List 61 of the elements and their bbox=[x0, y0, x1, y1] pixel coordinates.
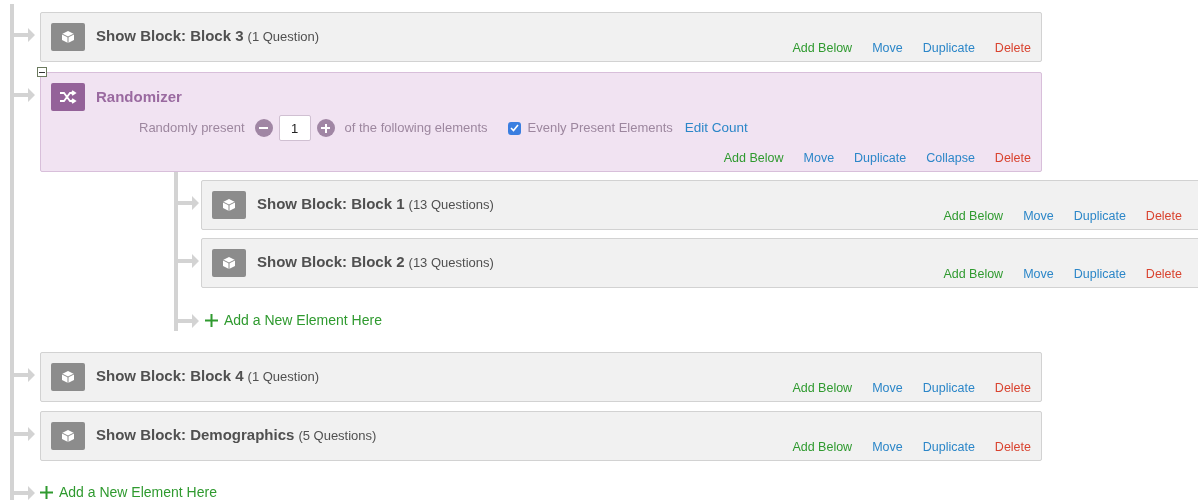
connector-arrow-icon bbox=[14, 426, 36, 442]
question-count: (13 Questions) bbox=[408, 196, 494, 214]
randomly-present-label: Randomly present bbox=[139, 119, 245, 138]
block-title: Show Block: Demographics bbox=[96, 425, 295, 445]
edit-count-link[interactable]: Edit Count bbox=[684, 117, 748, 139]
action-link[interactable]: Add Below bbox=[792, 42, 853, 55]
block-cube-icon bbox=[212, 191, 246, 219]
connector-arrow-icon bbox=[178, 253, 200, 269]
action-link[interactable]: Move bbox=[1023, 268, 1054, 281]
action-link[interactable]: Move bbox=[1023, 210, 1054, 223]
add-element-link[interactable]: Add a New Element Here bbox=[205, 310, 382, 331]
question-count: (5 Questions) bbox=[298, 427, 377, 445]
action-link[interactable]: Add Below bbox=[943, 210, 1004, 223]
action-link[interactable]: Add Below bbox=[943, 268, 1004, 281]
action-link[interactable]: Collapse bbox=[926, 151, 975, 164]
question-count: (1 Question) bbox=[247, 368, 320, 386]
plus-icon bbox=[205, 314, 218, 327]
block-title: Show Block: Block 2 bbox=[257, 252, 405, 272]
action-link[interactable]: Add Below bbox=[792, 441, 853, 454]
evenly-present-label: Evenly Present Elements bbox=[527, 119, 673, 138]
action-link[interactable]: Move bbox=[872, 42, 903, 55]
action-link[interactable]: Move bbox=[872, 382, 903, 395]
action-link[interactable]: Delete bbox=[1145, 268, 1182, 281]
action-link[interactable]: Delete bbox=[994, 382, 1031, 395]
plus-icon bbox=[40, 486, 53, 499]
action-link[interactable]: Add Below bbox=[792, 382, 853, 395]
count-input-field[interactable]: 1 bbox=[278, 115, 311, 141]
add-element-link[interactable]: Add a New Element Here bbox=[40, 482, 217, 500]
connector-arrow-icon bbox=[178, 195, 200, 211]
action-link[interactable]: Delete bbox=[1145, 210, 1182, 223]
action-link[interactable]: Delete bbox=[994, 151, 1031, 164]
block-title: Show Block: Block 3 bbox=[96, 26, 244, 46]
block-title: Show Block: Block 4 bbox=[96, 366, 244, 386]
action-link[interactable]: Add Below bbox=[723, 151, 784, 164]
action-link[interactable]: Move bbox=[803, 151, 835, 164]
action-link[interactable]: Duplicate bbox=[1073, 210, 1126, 223]
decrease-icon[interactable] bbox=[254, 119, 273, 137]
action-link[interactable]: Duplicate bbox=[922, 441, 975, 454]
action-link[interactable]: Duplicate bbox=[1073, 268, 1126, 281]
connector-arrow-icon bbox=[14, 367, 36, 383]
block-cube-icon bbox=[51, 422, 85, 450]
shuffle-icon bbox=[51, 83, 85, 111]
question-count: (1 Question) bbox=[247, 28, 320, 46]
collapse-toggle-icon[interactable] bbox=[37, 67, 47, 77]
action-link[interactable]: Duplicate bbox=[854, 151, 907, 164]
connector-arrow-icon bbox=[14, 27, 36, 43]
action-link[interactable]: Move bbox=[872, 441, 903, 454]
following-elements-label: of the following elements bbox=[344, 119, 488, 138]
block-title: Show Block: Block 1 bbox=[257, 194, 405, 214]
action-link[interactable]: Duplicate bbox=[922, 382, 975, 395]
action-link[interactable]: Delete bbox=[994, 42, 1031, 55]
block-cube-icon bbox=[51, 363, 85, 391]
block-cube-icon bbox=[212, 249, 246, 277]
evenly-checkbox[interactable] bbox=[507, 121, 521, 135]
increase-icon[interactable] bbox=[316, 119, 335, 137]
action-link[interactable]: Delete bbox=[994, 441, 1031, 454]
action-link[interactable]: Duplicate bbox=[922, 42, 975, 55]
question-count: (13 Questions) bbox=[408, 254, 494, 272]
randomizer-title: Randomizer bbox=[96, 86, 182, 107]
connector-arrow-icon bbox=[14, 87, 36, 103]
block-cube-icon bbox=[51, 23, 85, 51]
